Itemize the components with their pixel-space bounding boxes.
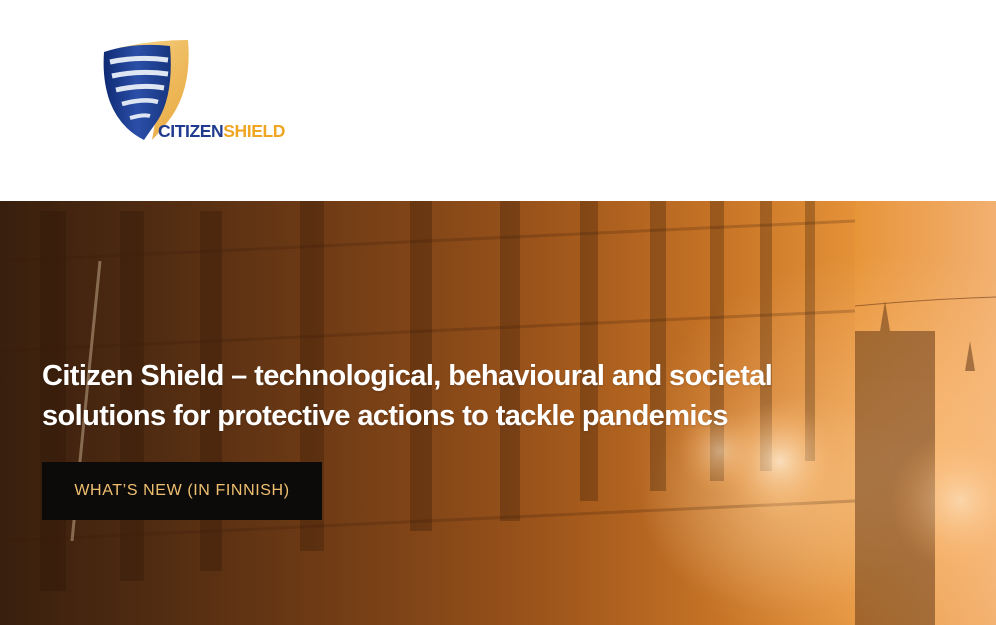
logo-wordmark: CITIZENSHIELD <box>158 121 286 141</box>
page: CITIZENSHIELD Citizen Shield – technolog… <box>0 0 996 625</box>
hero-banner: Citizen Shield – technological, behaviou… <box>0 201 996 625</box>
hero-title: Citizen Shield – technological, behaviou… <box>42 360 773 432</box>
whats-new-button[interactable]: WHAT’S NEW (IN FINNISH) <box>42 462 322 520</box>
site-header: CITIZENSHIELD <box>0 0 996 201</box>
logo-text-shield: SHIELD <box>223 121 286 141</box>
logo-text-citizen: CITIZEN <box>158 121 224 141</box>
site-logo[interactable]: CITIZENSHIELD <box>100 38 300 148</box>
